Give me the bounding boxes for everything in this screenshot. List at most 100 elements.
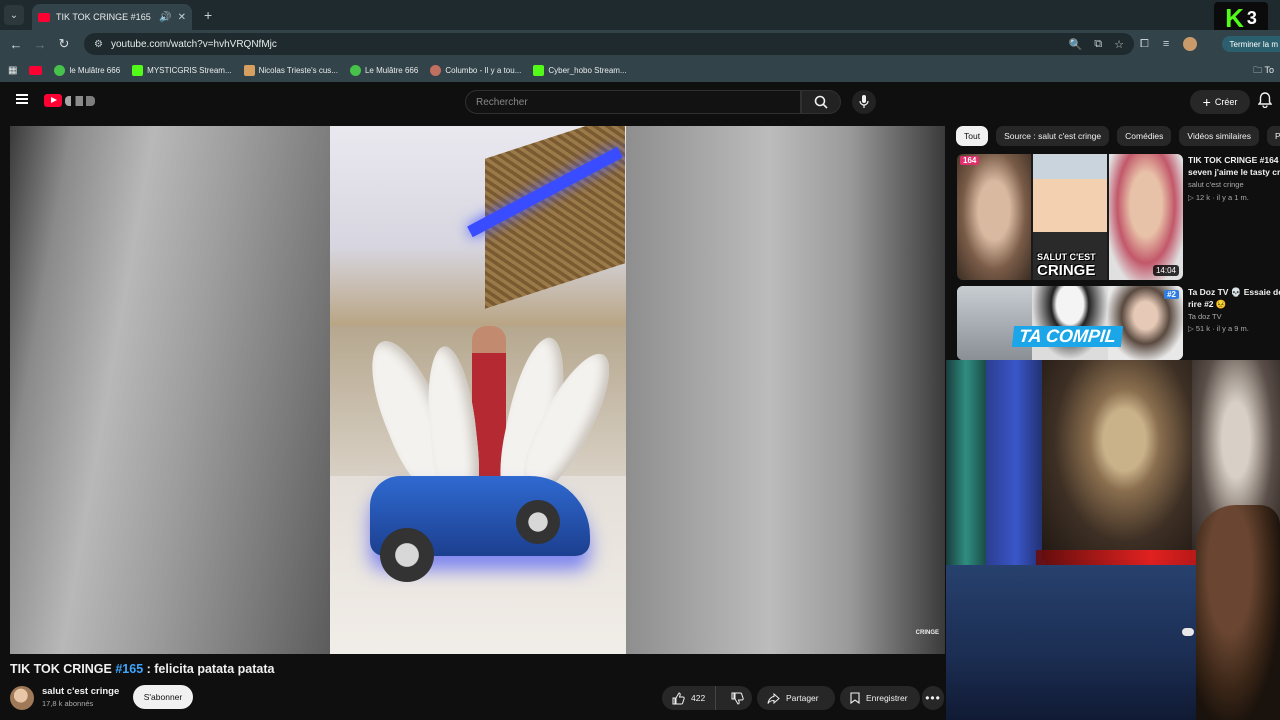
bookmark-label: Columbo - Il y a tou...	[445, 65, 522, 75]
profile-avatar[interactable]	[1183, 37, 1198, 51]
related-filter-chips: Tout Source : salut c'est cringe Comédie…	[956, 126, 1280, 148]
bookmark-icon	[850, 692, 860, 704]
recommended-title-line: TIK TOK CRINGE #164 :	[1188, 155, 1280, 165]
bookmark-item[interactable]: MYSTICGRIS Stream...	[132, 64, 232, 76]
url-field[interactable]: ⚙ youtube.com/watch?v=hvhVRQNfMjc 🔍 ⧉ ☆	[84, 33, 1134, 55]
recommended-title-line: rire #2 😣	[1188, 299, 1227, 309]
recommended-video-title[interactable]: TIK TOK CRINGE #164 : seven j'aime le ta…	[1188, 154, 1280, 178]
thumbnail-caption: TA COMPIL	[1011, 326, 1124, 347]
search-button[interactable]	[801, 90, 841, 114]
video-duration: 14:04	[1152, 265, 1179, 276]
video-thumbnail[interactable]: 164 SALUT C'EST CRINGE 14:04	[957, 154, 1183, 280]
episode-badge: 164	[960, 156, 980, 165]
other-bookmarks-folder[interactable]: 🗀 To	[1253, 63, 1274, 79]
apps-grid-icon[interactable]: ▦	[8, 65, 17, 76]
reload-icon[interactable]: ↻	[52, 36, 76, 52]
video-player[interactable]: CRINGE	[10, 126, 945, 654]
recommended-channel[interactable]: Ta doz TV	[1188, 312, 1222, 321]
subscribe-button[interactable]: S'abonner	[133, 685, 193, 709]
speaker-icon[interactable]: 🔊	[159, 12, 171, 23]
headset-mic	[1182, 628, 1194, 636]
chip-source[interactable]: Source : salut c'est cringe	[996, 126, 1110, 146]
recommended-title-line: seven j'aime le tasty cro	[1188, 167, 1280, 177]
search-input[interactable]: Rechercher	[465, 90, 801, 114]
bookmark-label: Cyber_hobo Stream...	[548, 65, 627, 75]
bookmark-item[interactable]: Nicolas Trieste's cus...	[243, 64, 338, 76]
chip-all[interactable]: Tout	[956, 126, 989, 146]
thumbnail-panel	[1032, 286, 1108, 360]
bookmark-item[interactable]: Cyber_hobo Stream...	[533, 64, 627, 76]
bookmarks-bar: ▦ le Mulâtre 666 MYSTICGRIS Stream... Ni…	[0, 58, 1280, 82]
voice-search-button[interactable]	[852, 90, 876, 114]
webcam-blue-curtain	[986, 360, 1046, 580]
video-title: TIK TOK CRINGE #165 : felicita patata pa…	[10, 662, 274, 676]
video-blur-background-right	[626, 126, 945, 654]
bookmark-item[interactable]: Columbo - Il y a tou...	[430, 64, 522, 76]
video-title-hashtag[interactable]: #165	[115, 662, 143, 676]
forward-icon[interactable]: →	[28, 37, 52, 52]
recommended-video[interactable]: TA COMPIL #2 Ta Doz TV 💀 Essaie de rire …	[957, 286, 1280, 360]
new-tab-button[interactable]: +	[204, 7, 212, 23]
recommended-channel[interactable]: salut c'est cringe	[1188, 180, 1244, 189]
end-session-button[interactable]: Terminer la m	[1221, 36, 1280, 52]
thumbs-up-icon	[672, 691, 685, 704]
extensions-icon[interactable]: ⧠	[1140, 38, 1149, 51]
bookmark-label: le Mulâtre 666	[69, 65, 121, 75]
url-text: youtube.com/watch?v=hvhVRQNfMjc	[110, 38, 277, 50]
recommended-video[interactable]: 164 SALUT C'EST CRINGE 14:04 TIK TOK CRI…	[957, 154, 1280, 280]
bookmark-star-icon[interactable]: ☆	[1114, 38, 1124, 51]
browser-tab[interactable]: TIK TOK CRINGE #165 : felicita 🔊 ✕	[32, 4, 192, 30]
scene-wheel	[516, 500, 560, 544]
like-button[interactable]: 422	[662, 686, 717, 710]
tab-search-button[interactable]: ⌄	[4, 5, 24, 25]
youtube-bookmark-icon[interactable]	[29, 65, 43, 75]
channel-name[interactable]: salut c'est cringe	[42, 686, 119, 697]
bookmark-item[interactable]: le Mulâtre 666	[54, 64, 121, 76]
kick-logo-number: 3	[1246, 8, 1257, 28]
channel-avatar[interactable]	[10, 686, 34, 710]
reading-list-icon[interactable]: ≡	[1163, 38, 1169, 50]
bookmark-favicon-icon	[54, 64, 66, 76]
youtube-doodle	[65, 95, 95, 106]
save-button[interactable]: Enregistrer	[840, 686, 920, 710]
bookmark-item[interactable]: Le Mulâtre 666	[349, 64, 419, 76]
create-button[interactable]: + Créer	[1190, 90, 1250, 114]
dislike-button[interactable]	[722, 692, 752, 705]
save-label: Enregistrer	[866, 693, 908, 703]
menu-icon[interactable]	[16, 94, 28, 104]
youtube-logo[interactable]	[44, 94, 95, 107]
youtube-play-icon	[44, 94, 62, 107]
thumbnail-caption-main: CRINGE	[1037, 262, 1096, 279]
streamer-webcam	[946, 360, 1280, 720]
tab-title: TIK TOK CRINGE #165 : felicita	[56, 12, 153, 22]
video-blur-background-left	[10, 126, 330, 654]
site-info-icon[interactable]: ⚙	[94, 39, 103, 50]
search-icon	[814, 95, 828, 109]
share-button[interactable]: Partager	[757, 686, 835, 710]
chip-similar[interactable]: Vidéos similaires	[1179, 126, 1260, 146]
thumbs-down-icon	[731, 692, 744, 705]
plus-icon: +	[1202, 94, 1211, 110]
video-thumbnail[interactable]: TA COMPIL #2	[957, 286, 1183, 360]
back-icon[interactable]: ←	[4, 37, 28, 52]
more-dots-icon: •••	[925, 691, 941, 705]
close-tab-icon[interactable]: ✕	[178, 12, 186, 23]
bookmark-favicon-icon	[533, 64, 545, 76]
share-label: Partager	[786, 693, 819, 703]
chip-more[interactable]: Po	[1267, 126, 1280, 146]
zoom-icon[interactable]: 🔍	[1069, 38, 1083, 51]
install-icon[interactable]: ⧉	[1094, 38, 1102, 51]
thumbnail-panel	[957, 286, 1032, 360]
notifications-bell-icon[interactable]	[1258, 92, 1272, 108]
recommended-title-line: Ta Doz TV 💀 Essaie de	[1188, 287, 1280, 297]
bookmark-label: Le Mulâtre 666	[364, 65, 419, 75]
video-watermark: CRINGE	[915, 630, 939, 636]
recommended-meta: ▷ 12 k · il y a 1 m.	[1188, 193, 1249, 202]
microphone-icon	[859, 95, 869, 108]
recommended-video-title[interactable]: Ta Doz TV 💀 Essaie de rire #2 😣	[1188, 286, 1280, 310]
bookmark-favicon-icon	[430, 64, 442, 76]
webcam-skull-poster	[1042, 360, 1192, 560]
more-actions-button[interactable]: •••	[922, 686, 944, 710]
subscriber-count: 17,8 k abonnés	[42, 699, 94, 708]
chip-comedies[interactable]: Comédies	[1117, 126, 1172, 146]
